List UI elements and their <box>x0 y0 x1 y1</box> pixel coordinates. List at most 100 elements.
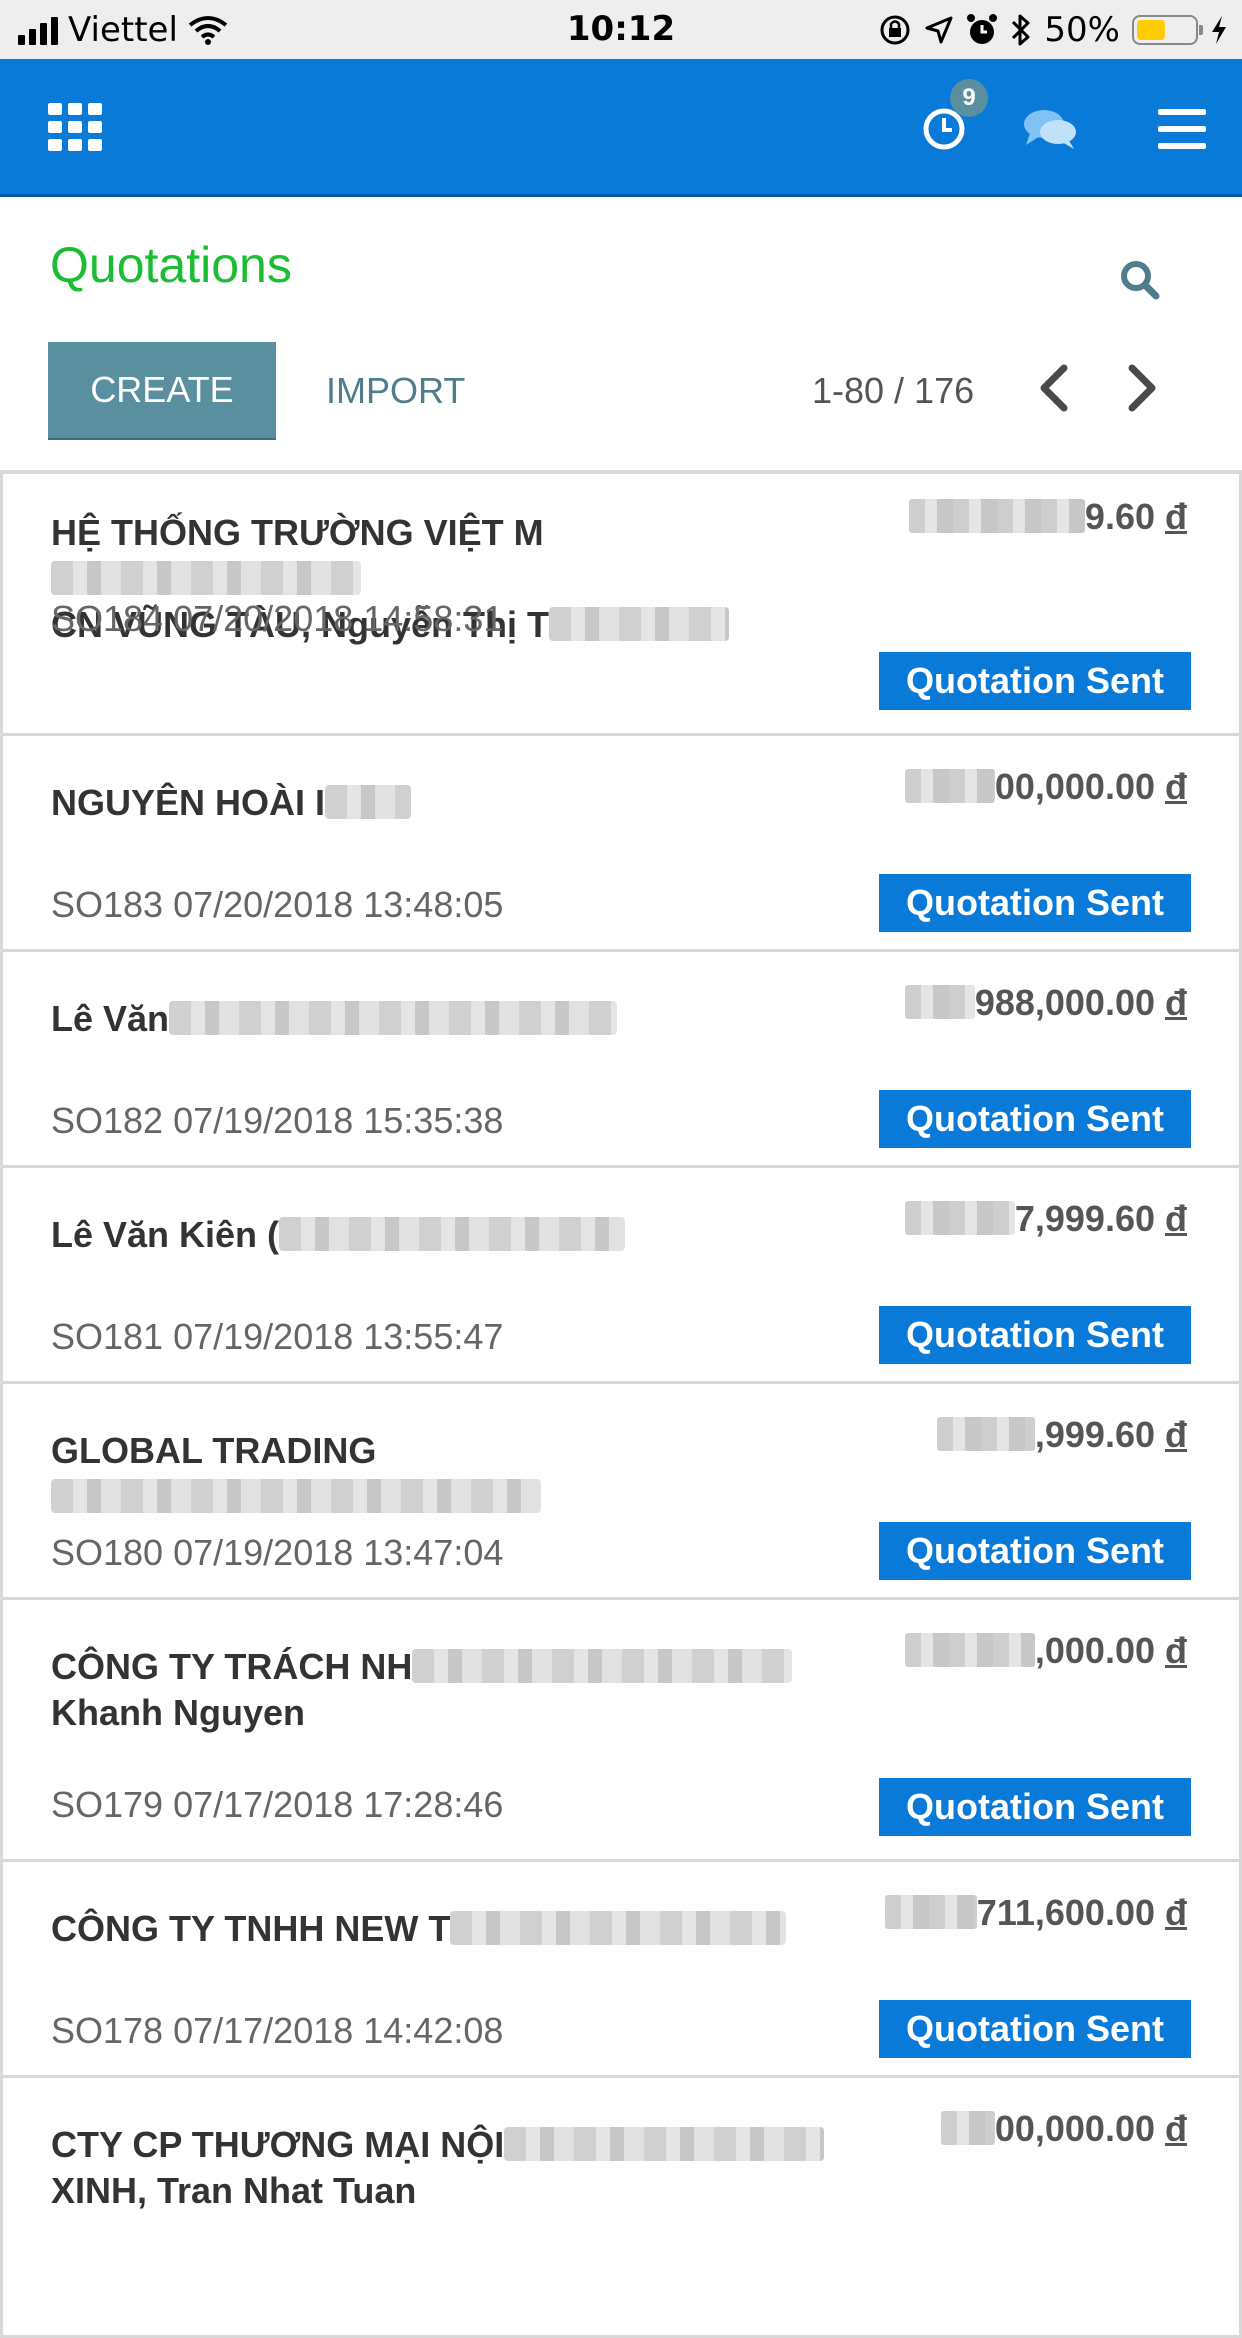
create-button[interactable]: CREATE <box>48 342 276 440</box>
customer-name-line1: CÔNG TY TNHH NEW T <box>51 1908 451 1949</box>
amount-total: ,999.60 đ <box>936 1414 1187 1456</box>
status-bar: Viettel 10:12 50% <box>0 0 1242 59</box>
redacted-text <box>450 1911 787 1945</box>
pager-value[interactable]: 1-80 / 176 <box>812 370 974 412</box>
quotation-row[interactable]: CÔNG TY TNHH NEW T 711,600.00 đ SO178 07/17… <box>0 1862 1242 2078</box>
search-icon[interactable] <box>1118 258 1162 302</box>
redacted-amount <box>940 2111 995 2145</box>
amount-total: 00,000.00 đ <box>904 766 1187 808</box>
amount-value: 711,600.00 <box>976 1892 1155 1933</box>
amount-value: 9.60 <box>1084 496 1155 537</box>
quotation-row[interactable]: Lê Văn Kiên ( 7,999.60 đ SO181 07/19/2018 1… <box>0 1168 1242 1384</box>
customer-name: CTY CP THƯƠNG MẠI NỘI XINH, Tran Nhat Tua… <box>51 2122 851 2214</box>
quotation-row[interactable]: CÔNG TY TRÁCH NH Khanh Nguyen ,000.00 đ SO17… <box>0 1600 1242 1862</box>
customer-name-line1: Lê Văn <box>51 998 170 1039</box>
customer-name-line2: Khanh Nguyen <box>51 1692 306 1733</box>
amount-total: 00,000.00 đ <box>940 2108 1187 2150</box>
currency-symbol: đ <box>1165 496 1187 537</box>
currency-symbol: đ <box>1165 1630 1187 1671</box>
status-badge: Quotation Sent <box>879 1090 1191 1148</box>
redacted-text <box>325 785 412 819</box>
quotation-row[interactable]: CTY CP THƯƠNG MẠI NỘI XINH, Tran Nhat Tua… <box>0 2078 1242 2338</box>
customer-name-line1: GLOBAL TRADING <box>51 1430 377 1471</box>
quotation-reference: SO183 07/20/2018 13:48:05 <box>51 884 504 925</box>
redacted-amount <box>904 985 975 1019</box>
pager-previous-icon[interactable] <box>1030 360 1078 416</box>
customer-name-line1: HỆ THỐNG TRƯỜNG VIỆT M <box>51 512 544 553</box>
redacted-amount <box>884 1895 977 1929</box>
orientation-lock-icon <box>880 15 910 44</box>
redacted-text <box>51 1479 541 1513</box>
bluetooth-icon <box>1012 14 1030 45</box>
status-badge: Quotation Sent <box>879 1778 1191 1836</box>
customer-name: NGUYÊN HOÀI I <box>51 780 851 826</box>
status-badge: Quotation Sent <box>879 874 1191 932</box>
amount-value: ,000.00 <box>1034 1630 1155 1671</box>
redacted-text <box>504 2127 825 2161</box>
pager-next-icon[interactable] <box>1118 360 1166 416</box>
amount-total: ,000.00 đ <box>904 1630 1187 1672</box>
quotation-reference: SO180 07/19/2018 13:47:04 <box>51 1532 504 1573</box>
amount-total: 711,600.00 đ <box>884 1892 1187 1934</box>
redacted-amount <box>936 1417 1035 1451</box>
customer-name-line2: XINH, Tran Nhat Tuan <box>51 2170 417 2211</box>
status-bar-right: 50% <box>878 0 1228 59</box>
quotation-row[interactable]: NGUYÊN HOÀI I 00,000.00 đ SO183 07/20/2018 … <box>0 736 1242 952</box>
status-badge: Quotation Sent <box>879 2000 1191 2058</box>
customer-name: CÔNG TY TNHH NEW T <box>51 1906 851 1952</box>
customer-name-line1: NGUYÊN HOÀI I <box>51 782 326 823</box>
amount-value: 00,000.00 <box>994 766 1155 807</box>
quotation-reference: SO181 07/19/2018 13:55:47 <box>51 1316 504 1357</box>
quotation-reference: SO182 07/19/2018 15:35:38 <box>51 1100 504 1141</box>
customer-name: GLOBAL TRADING <box>51 1428 851 1520</box>
app-navbar: 9 <box>0 59 1242 197</box>
battery-icon <box>1132 14 1203 45</box>
customer-name: Lê Văn <box>51 996 851 1042</box>
currency-symbol: đ <box>1165 982 1187 1023</box>
quotation-reference: SO178 07/17/2018 14:42:08 <box>51 2010 504 2051</box>
amount-total: 9.60 đ <box>908 496 1187 538</box>
redacted-text <box>169 1001 618 1035</box>
redacted-amount <box>904 1201 1015 1235</box>
amount-total: 7,999.60 đ <box>904 1198 1187 1240</box>
quotation-row[interactable]: Lê Văn 988,000.00 đ SO182 07/19/2018 15:35:… <box>0 952 1242 1168</box>
charging-icon <box>1212 15 1226 44</box>
notification-badge: 9 <box>950 79 988 117</box>
amount-value: 988,000.00 <box>974 982 1155 1023</box>
amount-value: 7,999.60 <box>1014 1198 1155 1239</box>
status-badge: Quotation Sent <box>879 1306 1191 1364</box>
amount-value: 00,000.00 <box>994 2108 1155 2149</box>
chat-icon[interactable] <box>1022 107 1078 151</box>
currency-symbol: đ <box>1165 766 1187 807</box>
currency-symbol: đ <box>1165 1414 1187 1455</box>
import-button[interactable]: IMPORT <box>306 342 485 440</box>
redacted-amount <box>908 499 1085 533</box>
quotation-reference: SO184 07/20/2018 14:58:31 <box>51 598 504 639</box>
redacted-amount <box>904 1633 1035 1667</box>
amount-value: ,999.60 <box>1034 1414 1155 1455</box>
quotation-row[interactable]: GLOBAL TRADING ,999.60 đ SO180 07/19/2018 1… <box>0 1384 1242 1600</box>
customer-name-line1: Lê Văn Kiên ( <box>51 1214 280 1255</box>
customer-name: Lê Văn Kiên ( <box>51 1212 851 1258</box>
customer-name-line1: CÔNG TY TRÁCH NH <box>51 1646 413 1687</box>
location-icon <box>925 16 953 43</box>
quotation-reference: SO179 07/17/2018 17:28:46 <box>51 1784 504 1825</box>
hamburger-menu-icon[interactable] <box>1158 109 1206 149</box>
quotation-row[interactable]: HỆ THỐNG TRƯỜNG VIỆT M CN VŨNG TÀU, Nguyễ… <box>0 474 1242 736</box>
redacted-text <box>51 561 361 595</box>
apps-grid-icon[interactable] <box>48 103 102 151</box>
currency-symbol: đ <box>1165 1198 1187 1239</box>
customer-name-line1: CTY CP THƯƠNG MẠI NỘI <box>51 2124 505 2165</box>
redacted-text <box>549 607 729 641</box>
status-badge: Quotation Sent <box>879 1522 1191 1580</box>
currency-symbol: đ <box>1165 1892 1187 1933</box>
customer-name: CÔNG TY TRÁCH NH Khanh Nguyen <box>51 1644 851 1736</box>
redacted-amount <box>904 769 995 803</box>
battery-percent: 50% <box>1044 9 1120 50</box>
currency-symbol: đ <box>1165 2108 1187 2149</box>
redacted-text <box>279 1217 626 1251</box>
amount-total: 988,000.00 đ <box>904 982 1187 1024</box>
redacted-text <box>412 1649 793 1683</box>
page-title: Quotations <box>50 237 292 293</box>
status-badge: Quotation Sent <box>879 652 1191 710</box>
